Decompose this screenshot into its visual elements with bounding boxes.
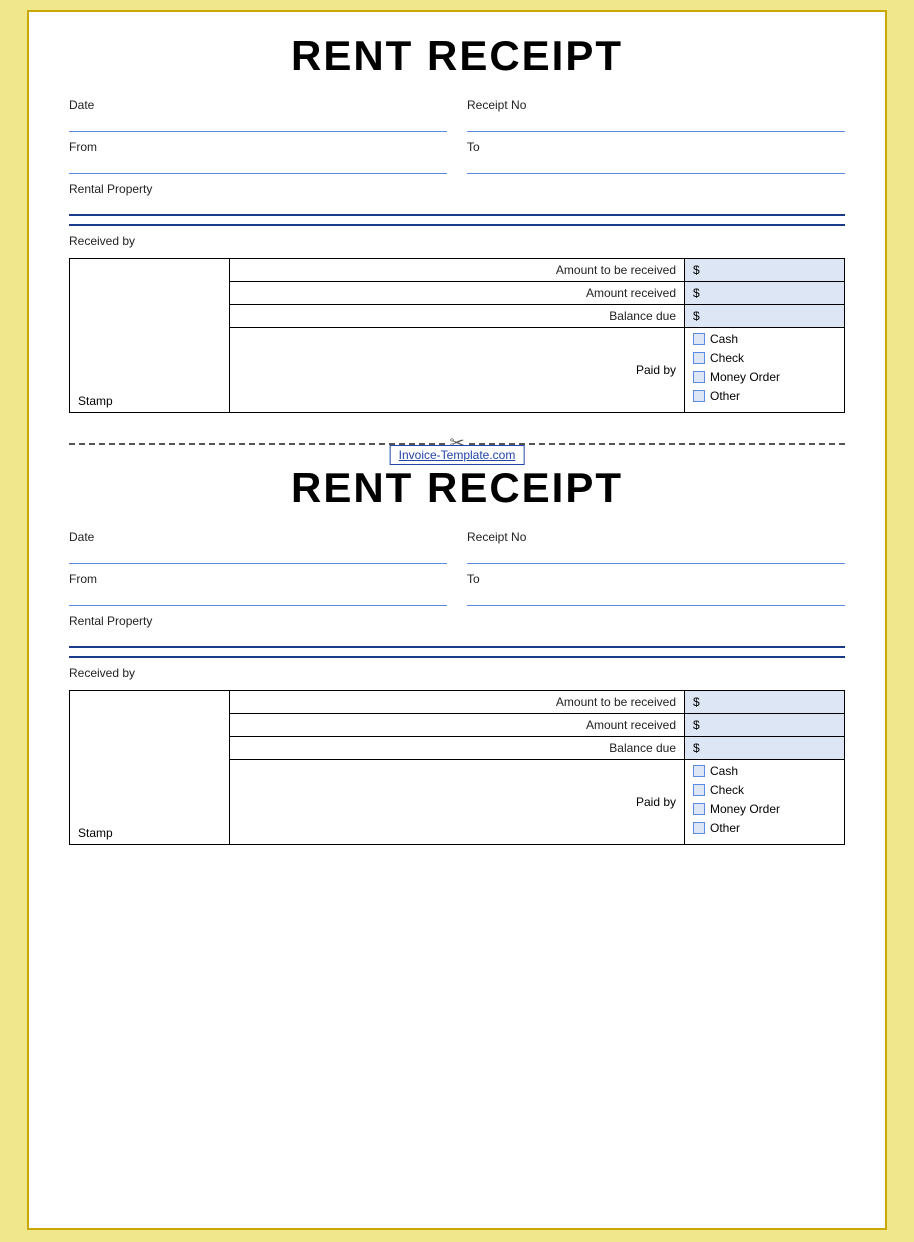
receipt-2-title: RENT RECEIPT [69, 464, 845, 512]
date-field-group-2: Date [69, 530, 447, 572]
amount-received-value-2: $ [685, 714, 845, 737]
money-order-option-2: Money Order [693, 802, 836, 816]
divider-1 [69, 224, 845, 226]
received-by-label: Received by [69, 234, 135, 248]
other-label-2: Other [710, 821, 740, 835]
from-field-group: From [69, 140, 447, 182]
money-order-label: Money Order [710, 370, 780, 384]
watermark-link[interactable]: Invoice-Template.com [390, 445, 525, 465]
balance-due-label: Balance due [230, 305, 685, 328]
paid-by-label: Paid by [230, 328, 685, 413]
rental-property-label: Rental Property [69, 182, 845, 196]
to-label: To [467, 140, 845, 154]
receipt-no-field-group: Receipt No [467, 98, 845, 140]
cash-option: Cash [693, 332, 836, 346]
to-line-2 [467, 588, 845, 606]
to-label-2: To [467, 572, 845, 586]
cut-line: ✂ Invoice-Template.com [69, 433, 845, 454]
other-option-2: Other [693, 821, 836, 835]
page: RENT RECEIPT Date Receipt No From To Ren… [27, 10, 887, 1230]
date-field-group: Date [69, 98, 447, 140]
receipt-no-label: Receipt No [467, 98, 845, 112]
other-option: Other [693, 389, 836, 403]
date-receiptno-row: Date Receipt No [69, 98, 845, 140]
divider-2 [69, 656, 845, 658]
from-line [69, 156, 447, 174]
dash-right: Invoice-Template.com [469, 443, 845, 445]
other-checkbox[interactable] [693, 390, 705, 402]
rental-property-line [69, 198, 845, 216]
received-by-label-2: Received by [69, 666, 135, 680]
from-label-2: From [69, 572, 447, 586]
receipt-no-line [467, 114, 845, 132]
date-receiptno-row-2: Date Receipt No [69, 530, 845, 572]
cash-checkbox-2[interactable] [693, 765, 705, 777]
date-label: Date [69, 98, 447, 112]
rental-property-label-2: Rental Property [69, 614, 845, 628]
paid-by-options: Cash Check Money Order Other [685, 328, 845, 413]
rental-property-line-2 [69, 630, 845, 648]
receipt-no-field-group-2: Receipt No [467, 530, 845, 572]
check-label-2: Check [710, 783, 744, 797]
amount-to-receive-label: Amount to be received [230, 259, 685, 282]
cash-label: Cash [710, 332, 738, 346]
check-label: Check [710, 351, 744, 365]
amount-received-value: $ [685, 282, 845, 305]
receipt-2-table: Stamp Amount to be received $ Amount rec… [69, 690, 845, 845]
cash-checkbox[interactable] [693, 333, 705, 345]
from-to-row-2: From To [69, 572, 845, 614]
amount-received-label-2: Amount received [230, 714, 685, 737]
to-line [467, 156, 845, 174]
check-option: Check [693, 351, 836, 365]
other-checkbox-2[interactable] [693, 822, 705, 834]
date-label-2: Date [69, 530, 447, 544]
amount-to-receive-value: $ [685, 259, 845, 282]
money-order-checkbox-2[interactable] [693, 803, 705, 815]
balance-due-value-2: $ [685, 737, 845, 760]
balance-due-label-2: Balance due [230, 737, 685, 760]
stamp-cell: Stamp [70, 259, 230, 413]
stamp-cell-2: Stamp [70, 691, 230, 845]
paid-by-label-2: Paid by [230, 760, 685, 845]
received-by-row-2: Received by [69, 664, 845, 682]
check-option-2: Check [693, 783, 836, 797]
money-order-checkbox[interactable] [693, 371, 705, 383]
money-order-label-2: Money Order [710, 802, 780, 816]
check-checkbox[interactable] [693, 352, 705, 364]
check-checkbox-2[interactable] [693, 784, 705, 796]
from-label: From [69, 140, 447, 154]
paid-by-options-2: Cash Check Money Order Other [685, 760, 845, 845]
amount-to-receive-value-2: $ [685, 691, 845, 714]
table-row-stamp-amounts: Stamp Amount to be received $ [70, 259, 845, 282]
amount-received-label: Amount received [230, 282, 685, 305]
amount-to-receive-label-2: Amount to be received [230, 691, 685, 714]
receipt-1: RENT RECEIPT Date Receipt No From To Ren… [69, 32, 845, 423]
receipt-1-title: RENT RECEIPT [69, 32, 845, 80]
rental-property-row: Rental Property [69, 182, 845, 216]
rental-property-row-2: Rental Property [69, 614, 845, 648]
to-field-group: To [467, 140, 845, 182]
stamp-label-2: Stamp [78, 826, 113, 840]
to-field-group-2: To [467, 572, 845, 614]
receipt-2: RENT RECEIPT Date Receipt No From To Ren… [69, 464, 845, 855]
cash-label-2: Cash [710, 764, 738, 778]
from-to-row: From To [69, 140, 845, 182]
received-by-row: Received by [69, 232, 845, 250]
date-line-2 [69, 546, 447, 564]
from-field-group-2: From [69, 572, 447, 614]
balance-due-value: $ [685, 305, 845, 328]
other-label: Other [710, 389, 740, 403]
cash-option-2: Cash [693, 764, 836, 778]
receipt-no-line-2 [467, 546, 845, 564]
table-row-2-stamp-amounts: Stamp Amount to be received $ [70, 691, 845, 714]
receipt-1-table: Stamp Amount to be received $ Amount rec… [69, 258, 845, 413]
date-line [69, 114, 447, 132]
stamp-label: Stamp [78, 394, 113, 408]
receipt-no-label-2: Receipt No [467, 530, 845, 544]
from-line-2 [69, 588, 447, 606]
money-order-option: Money Order [693, 370, 836, 384]
